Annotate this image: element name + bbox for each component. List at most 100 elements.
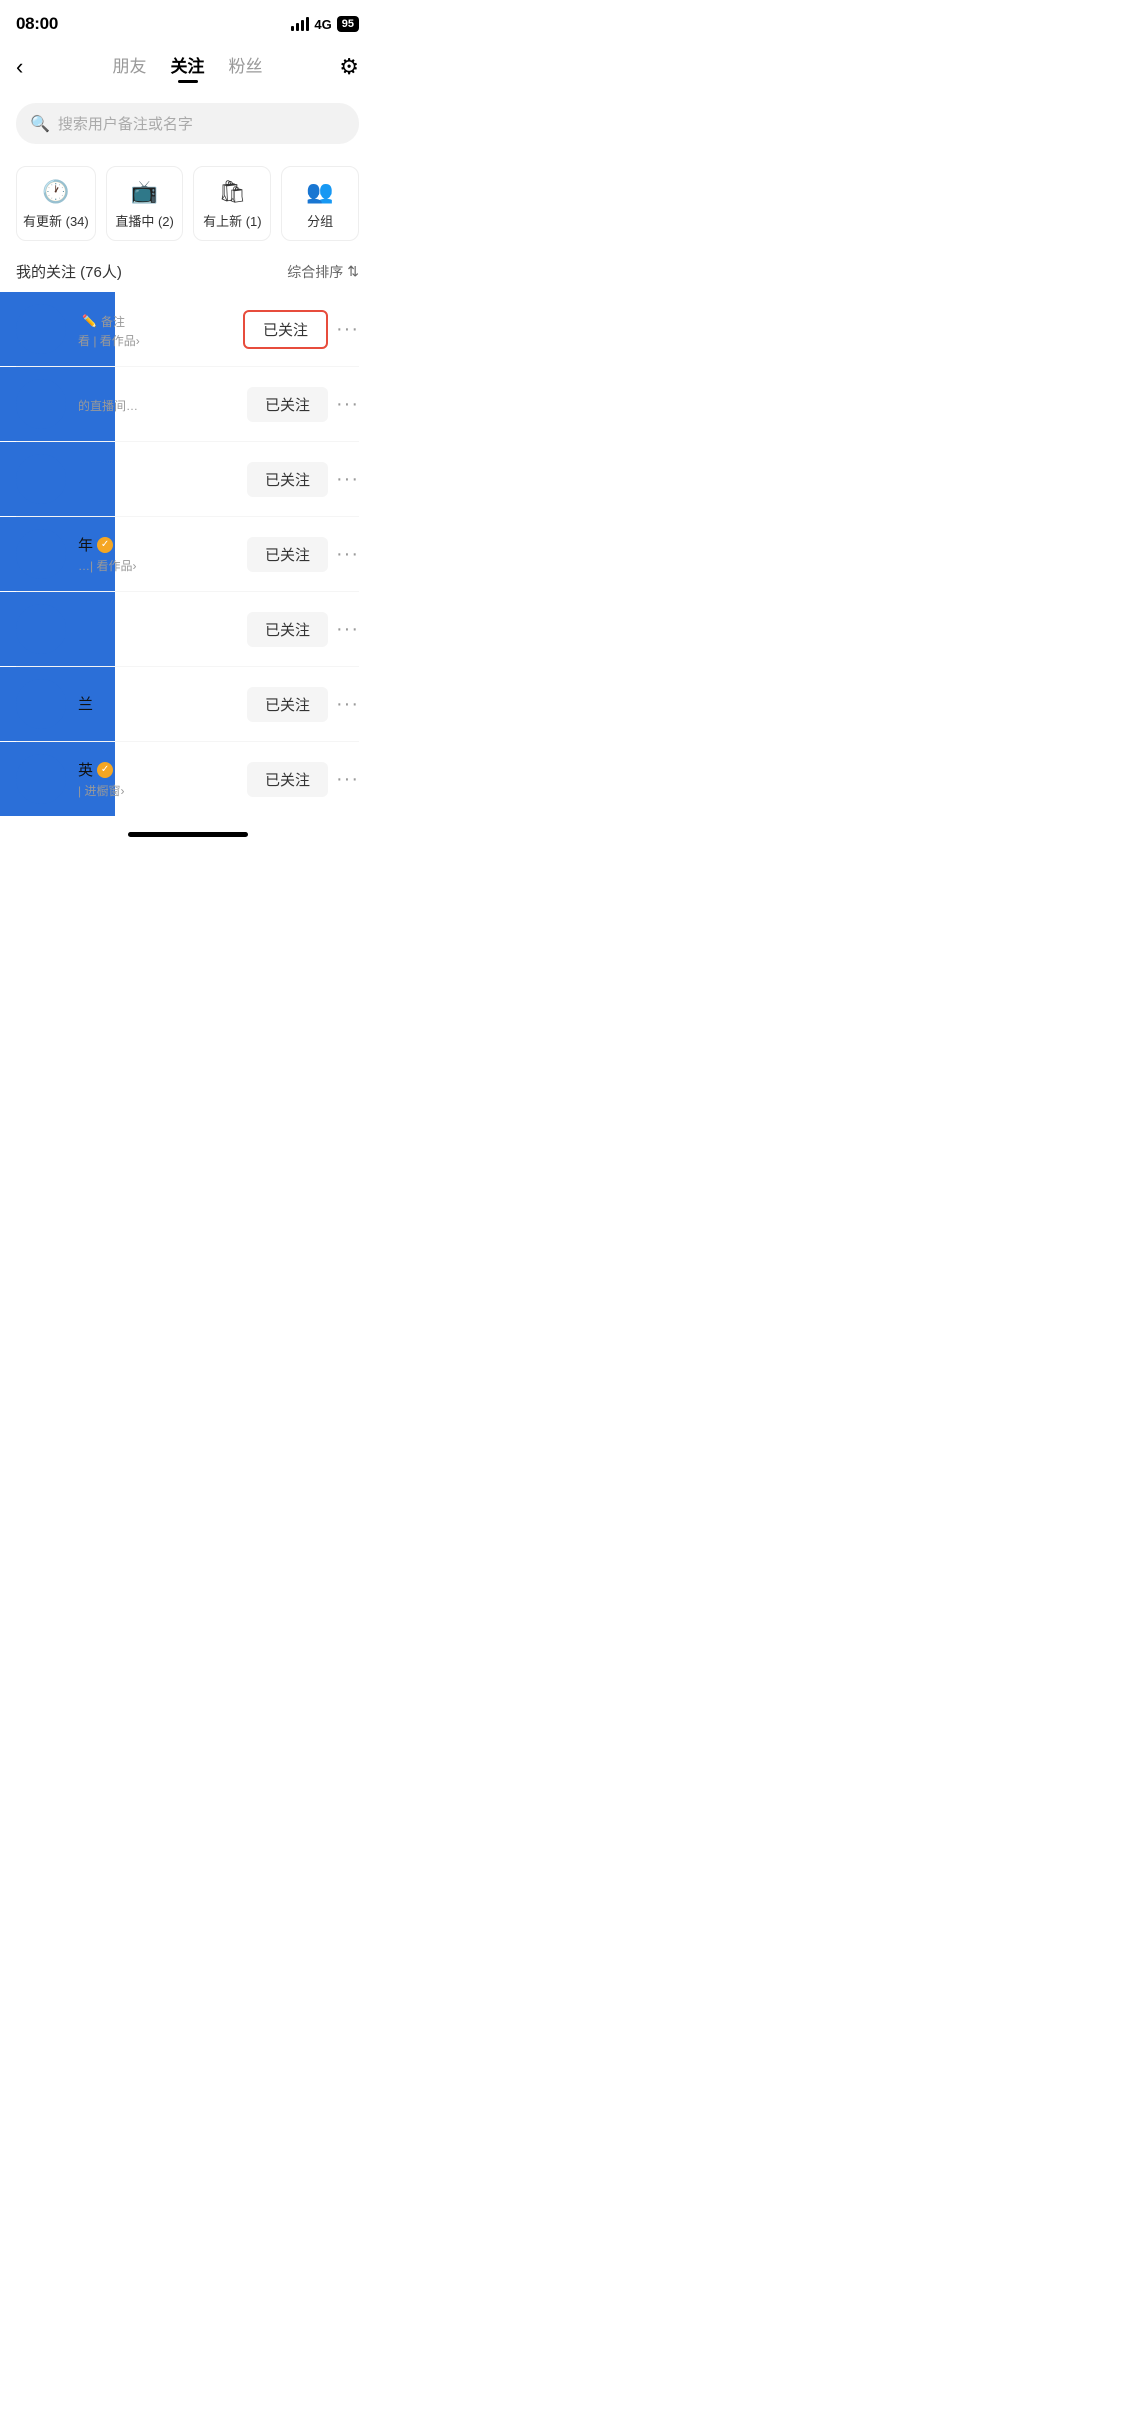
follow-button[interactable]: 已关注 (247, 687, 328, 722)
list-item: 的直播间… 已关注 ··· (0, 367, 375, 441)
verified-badge: ✓ (97, 537, 113, 553)
search-icon: 🔍 (30, 114, 50, 134)
list-item: 已关注 ··· (0, 442, 375, 516)
user-item-1: ✏️ 备注 看 | 看作品› 已关注 ··· (0, 292, 375, 366)
sort-icon: ⇅ (347, 263, 359, 280)
list-item: 英 ✓ | 进橱窗› 已关注 ··· (0, 742, 375, 816)
action-row: 已关注 ··· (247, 612, 359, 647)
user-name: 兰 (78, 693, 93, 714)
see-works[interactable]: 看作品› (100, 334, 140, 348)
user-info: 年 ✓ …| 看作品› (78, 534, 235, 574)
group-icon: 👥 (306, 179, 333, 205)
sort-button[interactable]: 综合排序 ⇅ (287, 262, 359, 282)
sort-label-text: 综合排序 (287, 262, 343, 282)
user-meta: …| 看作品› (78, 557, 235, 574)
user-item-5: 已关注 ··· (0, 592, 375, 666)
follow-button[interactable]: 已关注 (247, 762, 328, 797)
action-row: 已关注 ··· (247, 762, 359, 797)
back-button[interactable]: ‹ (16, 54, 48, 80)
avatar (16, 379, 66, 429)
user-name: 年 (78, 534, 93, 555)
more-button[interactable]: ··· (336, 468, 359, 491)
tab-friends[interactable]: 朋友 (113, 52, 147, 81)
follow-button[interactable]: 已关注 (243, 310, 328, 349)
user-name: 英 (78, 759, 93, 780)
filter-label-new: 有上新 (1) (203, 211, 262, 230)
tab-following[interactable]: 关注 (171, 52, 205, 81)
live-icon: 📺 (131, 179, 158, 205)
user-item-6: 兰 已关注 ··· (0, 667, 375, 741)
nav-header: ‹ 朋友 关注 粉丝 ⚙ (0, 44, 375, 93)
user-name-row: 英 ✓ (78, 759, 235, 780)
filter-card-group[interactable]: 👥 分组 (281, 166, 359, 241)
follow-button[interactable]: 已关注 (247, 537, 328, 572)
user-item-7: 英 ✓ | 进橱窗› 已关注 ··· (0, 742, 375, 816)
filter-label-live: 直播中 (2) (115, 211, 174, 230)
tab-fans[interactable]: 粉丝 (229, 52, 263, 81)
user-item-4: 年 ✓ …| 看作品› 已关注 ··· (0, 517, 375, 591)
more-button[interactable]: ··· (336, 318, 359, 341)
avatar (16, 304, 66, 354)
battery-badge: 95 (337, 16, 359, 32)
user-name-row: 兰 (78, 693, 235, 714)
note-label: 备注 (101, 313, 125, 330)
avatar (16, 454, 66, 504)
filter-cards: 🕐 有更新 (34) 📺 直播中 (2) 🛍 有上新 (1) 👥 分组 (0, 154, 375, 253)
avatar (16, 754, 66, 804)
see-works[interactable]: 看作品› (96, 559, 136, 573)
nav-tabs: 朋友 关注 粉丝 (48, 52, 327, 81)
edit-icon: ✏️ (82, 314, 97, 328)
user-info: 的直播间… (78, 395, 235, 414)
more-button[interactable]: ··· (336, 618, 359, 641)
user-info (78, 478, 235, 480)
user-item-2: 的直播间… 已关注 ··· (0, 367, 375, 441)
follows-count: 我的关注 (76人) (16, 261, 122, 282)
action-row: 已关注 ··· (247, 387, 359, 422)
user-info: 英 ✓ | 进橱窗› (78, 759, 235, 799)
status-time: 08:00 (16, 14, 58, 34)
follow-button[interactable]: 已关注 (247, 612, 328, 647)
user-list: ✏️ 备注 看 | 看作品› 已关注 ··· 的直播间… (0, 292, 375, 816)
user-meta: | 进橱窗› (78, 782, 235, 799)
filter-label-group: 分组 (307, 211, 333, 230)
list-item: 已关注 ··· (0, 592, 375, 666)
user-meta: 看 | 看作品› (78, 332, 231, 349)
follows-header: 我的关注 (76人) 综合排序 ⇅ (0, 253, 375, 292)
user-meta: 的直播间… (78, 397, 235, 414)
user-name-row: ✏️ 备注 (78, 310, 231, 330)
status-bar: 08:00 4G 95 (0, 0, 375, 44)
more-button[interactable]: ··· (336, 543, 359, 566)
list-item: 兰 已关注 ··· (0, 667, 375, 741)
avatar (16, 529, 66, 579)
more-button[interactable]: ··· (336, 768, 359, 791)
action-row: 已关注 ··· (247, 537, 359, 572)
enter-shop[interactable]: 进橱窗› (84, 784, 124, 798)
list-item: ✏️ 备注 看 | 看作品› 已关注 ··· (0, 292, 375, 366)
filter-card-new[interactable]: 🛍 有上新 (1) (193, 166, 271, 241)
network-label: 4G (314, 17, 331, 32)
home-indicator (128, 832, 248, 837)
follow-button[interactable]: 已关注 (247, 387, 328, 422)
verified-badge: ✓ (97, 762, 113, 778)
status-icons: 4G 95 (291, 16, 359, 32)
avatar (16, 604, 66, 654)
action-row: 已关注 ··· (243, 310, 359, 349)
filter-card-updates[interactable]: 🕐 有更新 (34) (16, 166, 96, 241)
more-button[interactable]: ··· (336, 693, 359, 716)
user-info: 兰 (78, 693, 235, 716)
shop-icon: 🛍 (218, 179, 246, 205)
user-info (78, 628, 235, 630)
search-placeholder: 搜索用户备注或名字 (58, 113, 193, 134)
list-item: 年 ✓ …| 看作品› 已关注 ··· (0, 517, 375, 591)
clock-icon: 🕐 (42, 179, 69, 205)
search-bar[interactable]: 🔍 搜索用户备注或名字 (16, 103, 359, 144)
filter-card-live[interactable]: 📺 直播中 (2) (106, 166, 184, 241)
user-info: ✏️ 备注 看 | 看作品› (78, 310, 231, 349)
user-item-3: 已关注 ··· (0, 442, 375, 516)
follow-button[interactable]: 已关注 (247, 462, 328, 497)
user-name-row: 年 ✓ (78, 534, 235, 555)
avatar (16, 679, 66, 729)
more-button[interactable]: ··· (336, 393, 359, 416)
signal-icon (291, 17, 309, 31)
settings-button[interactable]: ⚙ (327, 54, 359, 80)
